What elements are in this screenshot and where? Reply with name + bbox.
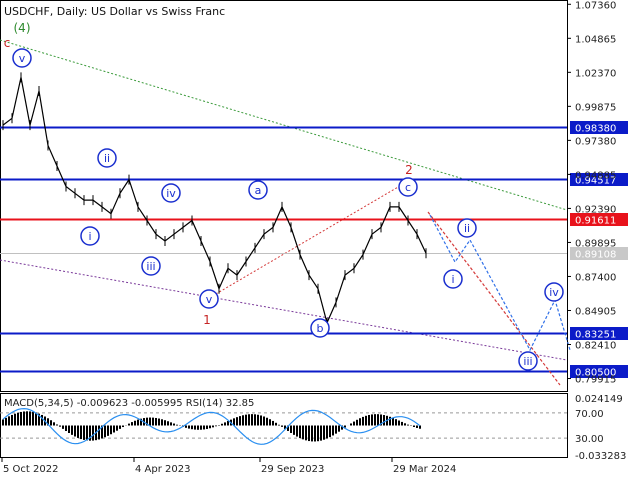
chart-window: 0.98380 0.94517 0.91611 0.83251 0.80500 0.891… bbox=[0, 0, 640, 480]
x-tick-label: 29 Mar 2024 bbox=[393, 464, 456, 475]
y-tick-label: 1.07360 bbox=[575, 0, 616, 11]
y-tick-label: 1.02370 bbox=[575, 68, 616, 79]
y-tick-label: 0.99875 bbox=[575, 102, 616, 113]
indicator-tick-label: 30.00 bbox=[575, 434, 604, 445]
wave-label: v bbox=[19, 52, 26, 65]
wave-label: ii bbox=[104, 152, 110, 165]
indicator-tick-label: 0.024149 bbox=[575, 394, 623, 405]
wave-label: (4) bbox=[14, 21, 31, 35]
wave-label: v bbox=[206, 293, 213, 306]
indicator-tick-label: -0.033283 bbox=[575, 451, 626, 462]
y-tick-label: 0.82410 bbox=[575, 341, 616, 352]
wave-label: 2 bbox=[405, 163, 413, 177]
wave-label: c bbox=[4, 36, 11, 50]
y-tick-label: 0.94885 bbox=[575, 170, 616, 181]
x-tick-label: 29 Sep 2023 bbox=[261, 464, 324, 475]
x-tick-label: 5 Oct 2022 bbox=[3, 464, 58, 475]
y-tick-label: 1.04865 bbox=[575, 34, 616, 45]
wave-label: iv bbox=[166, 187, 176, 200]
y-tick-label: 0.79915 bbox=[575, 375, 616, 386]
time-axis: 5 Oct 2022 4 Apr 2023 29 Sep 2023 29 Mar 20… bbox=[1, 458, 456, 475]
wave-label: 1 bbox=[203, 313, 211, 327]
current-price-label: 0.89108 bbox=[575, 250, 616, 261]
y-tick-label: 0.92390 bbox=[575, 204, 616, 215]
y-tick-label: 0.89895 bbox=[575, 238, 616, 249]
chart-canvas[interactable]: 0.983800.945170.916110.832510.805000.891… bbox=[0, 0, 640, 480]
wave-label: c bbox=[405, 181, 411, 194]
level-price-label: 0.83251 bbox=[575, 330, 616, 341]
indicator-title: MACD(5,34,5) -0.009623 -0.005995 RSI(14)… bbox=[4, 398, 254, 409]
wave-label: ii bbox=[464, 222, 470, 235]
wave-label: i bbox=[88, 230, 91, 243]
y-tick-label: 0.97380 bbox=[575, 136, 616, 147]
indicator-tick-label: 70.00 bbox=[575, 409, 604, 420]
x-tick-label: 4 Apr 2023 bbox=[135, 464, 190, 475]
wave-label: iv bbox=[549, 286, 559, 299]
y-tick-label: 0.84905 bbox=[575, 306, 616, 317]
wave-label: i bbox=[451, 273, 454, 286]
y-tick-label: 0.87400 bbox=[575, 272, 616, 283]
chart-title: USDCHF, Daily: US Dollar vs Swiss Franc bbox=[4, 5, 225, 18]
level-price-label: 0.98380 bbox=[575, 124, 616, 135]
wave-label: iii bbox=[146, 260, 155, 273]
level-price-label: 0.91611 bbox=[575, 216, 616, 227]
wave-label: b bbox=[317, 322, 324, 335]
wave-label: iii bbox=[523, 355, 532, 368]
wave-label: a bbox=[255, 184, 262, 197]
